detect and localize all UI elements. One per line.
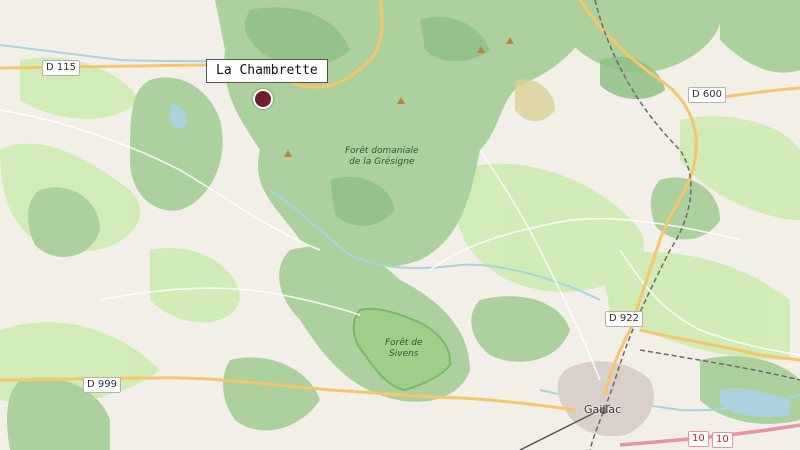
motorway — [619, 423, 800, 447]
forest-label-gresigne: Forêt domaniale de la Grésigne — [345, 146, 419, 168]
forest-label-gresigne-line1: Forêt domaniale — [345, 146, 419, 156]
gaillac-urban-area — [557, 361, 654, 437]
marker-callout[interactable]: La Chambrette — [206, 59, 328, 83]
forest-label-sivens-line1: Forêt de — [385, 338, 423, 348]
road-shield-motorway-2: 10 — [712, 432, 733, 448]
road-shield-d922: D 922 — [605, 311, 643, 327]
forest-label-sivens: Forêt de Sivens — [385, 338, 423, 360]
map-canvas[interactable]: D 115 D 600 D 922 D 999 10 10 Forêt doma… — [0, 0, 800, 450]
road-shield-d999: D 999 — [83, 377, 121, 393]
road-shield-motorway-1: 10 — [688, 431, 709, 447]
location-marker[interactable] — [253, 89, 273, 109]
road-shield-d600: D 600 — [688, 87, 726, 103]
town-label-gaillac[interactable]: Gaillac — [584, 403, 621, 416]
forest-label-gresigne-line2: de la Grésigne — [349, 157, 415, 167]
road-shield-d115: D 115 — [42, 60, 80, 76]
forest-label-sivens-line2: Sivens — [389, 349, 419, 359]
